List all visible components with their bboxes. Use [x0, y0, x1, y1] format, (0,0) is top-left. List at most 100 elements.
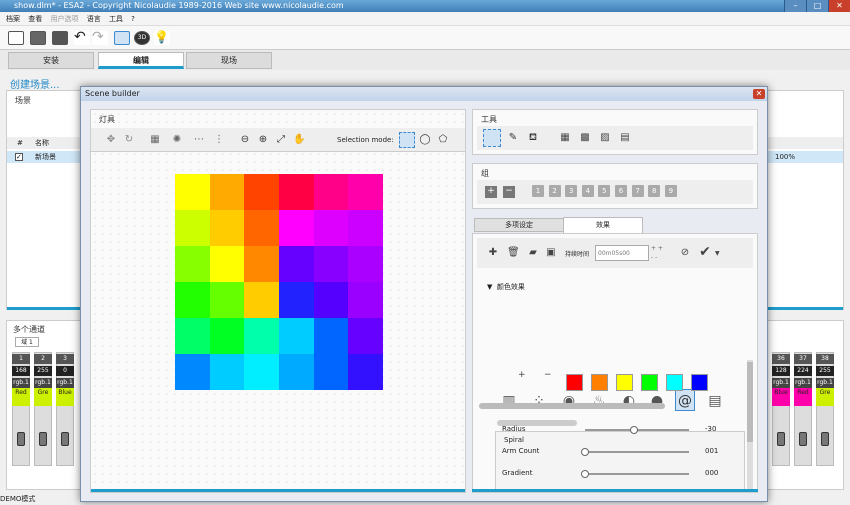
pencil-icon[interactable]: ✎	[507, 132, 519, 144]
fit-view-icon[interactable]: ⤢	[275, 134, 287, 146]
remove-color-button[interactable]: −	[544, 370, 554, 380]
menu-language[interactable]: 语言	[87, 15, 101, 23]
fixture-cell[interactable]	[348, 246, 383, 282]
polygon-select-icon[interactable]: ⬠	[437, 134, 449, 146]
channel-fader[interactable]	[39, 432, 47, 446]
tab-edit[interactable]: 编辑	[98, 52, 184, 69]
menu-tools[interactable]: 工具	[109, 15, 123, 23]
color-effect-header[interactable]: ▼ 颜色效果	[487, 282, 525, 292]
universe-tab[interactable]: 域 1	[15, 337, 39, 347]
color-swatch[interactable]	[691, 374, 708, 391]
rotate-icon[interactable]: ↻	[123, 134, 135, 146]
trash-icon[interactable]: 🗑	[507, 247, 520, 259]
close-button[interactable]: ✕	[828, 0, 850, 12]
add-group-button[interactable]: +	[485, 186, 497, 198]
group-number-button[interactable]: 4	[581, 185, 594, 197]
fixture-cell[interactable]	[175, 318, 210, 354]
fixture-cell[interactable]	[348, 318, 383, 354]
param-slider-knob[interactable]	[581, 448, 589, 456]
3d-view-icon[interactable]: 3D	[134, 31, 150, 45]
group-number-button[interactable]: 9	[664, 185, 677, 197]
rect-select-icon[interactable]	[399, 132, 415, 148]
tab-effects[interactable]: 效果	[563, 217, 643, 233]
line-horizontal-icon[interactable]: ⋯	[193, 134, 205, 146]
remove-group-button[interactable]: −	[503, 186, 515, 198]
group-number-button[interactable]: 2	[548, 185, 561, 197]
new-file-icon[interactable]	[8, 31, 24, 45]
cancel-icon[interactable]: ⊘	[679, 247, 691, 259]
line-vertical-icon[interactable]: ⋮	[213, 134, 225, 146]
fixture-cell[interactable]	[313, 174, 349, 210]
fixture-cell[interactable]	[209, 174, 245, 210]
paint-bucket-icon[interactable]: ⛾	[527, 132, 539, 144]
menu-file[interactable]: 档案	[6, 15, 20, 23]
fixture-cell[interactable]	[175, 354, 210, 390]
minimize-button[interactable]: –	[784, 0, 806, 12]
fixture-cell[interactable]	[279, 174, 314, 210]
open-folder-icon[interactable]	[30, 31, 46, 45]
fixture-cell[interactable]	[313, 246, 349, 282]
lasso-select-icon[interactable]: ◯	[419, 134, 431, 146]
channel-fader[interactable]	[821, 432, 829, 446]
fixture-cell[interactable]	[348, 282, 383, 318]
tab-multi-settings[interactable]: 多项设定	[474, 218, 564, 232]
save-effect-icon[interactable]: ▣	[545, 247, 557, 259]
fixture-cell[interactable]	[244, 210, 279, 246]
fixture-cell[interactable]	[209, 282, 245, 318]
select-tool-icon[interactable]	[483, 129, 501, 147]
menu-help[interactable]: ?	[131, 15, 135, 23]
colors-scrollbar[interactable]	[479, 403, 665, 409]
zoom-in-icon[interactable]: ⊕	[257, 134, 269, 146]
row-checkbox[interactable]: ✓	[15, 153, 23, 161]
fixture-cell[interactable]	[279, 246, 314, 282]
scene-builder-icon[interactable]	[114, 31, 130, 45]
color-swatch[interactable]	[641, 374, 658, 391]
add-effect-icon[interactable]: ✚	[487, 247, 499, 259]
fixture-cell[interactable]	[209, 354, 245, 390]
undo-icon[interactable]: ↶	[74, 30, 90, 45]
redo-icon[interactable]: ↷	[92, 30, 108, 45]
grid-select-icon[interactable]: ▦	[559, 132, 571, 144]
channel-fader[interactable]	[17, 432, 25, 446]
color-swatch[interactable]	[616, 374, 633, 391]
group-number-button[interactable]: 1	[532, 185, 544, 197]
grid-number-icon[interactable]: ▤	[619, 132, 631, 144]
folder-icon[interactable]: ▰	[527, 247, 539, 259]
fixture-cell[interactable]	[279, 282, 314, 318]
fixture-cell[interactable]	[175, 246, 210, 282]
lightbulb-icon[interactable]: 💡	[154, 31, 170, 45]
fixture-cell[interactable]	[244, 282, 279, 318]
fixture-cell[interactable]	[279, 318, 314, 354]
color-swatch[interactable]	[666, 374, 683, 391]
menu-view[interactable]: 查看	[28, 15, 42, 23]
duration-stepper[interactable]: + + - -	[651, 244, 671, 262]
tab-setup[interactable]: 安装	[8, 52, 94, 69]
group-number-button[interactable]: 5	[598, 185, 611, 197]
save-icon[interactable]	[52, 31, 68, 45]
fixture-cell[interactable]	[244, 246, 279, 282]
grid-layout-icon[interactable]: ▦	[149, 134, 161, 146]
scene-builder-close-button[interactable]: ✕	[753, 89, 765, 99]
circle-layout-icon[interactable]: ✺	[171, 134, 183, 146]
grid-odd-icon[interactable]: ▩	[579, 132, 591, 144]
maximize-button[interactable]: □	[806, 0, 828, 12]
add-color-button[interactable]: +	[518, 370, 528, 380]
fixture-cell[interactable]	[244, 318, 279, 354]
duration-input[interactable]: 00m05s00	[595, 245, 649, 261]
fixture-cell[interactable]	[175, 174, 210, 210]
group-number-button[interactable]: 6	[615, 185, 627, 197]
effect-stripes-icon[interactable]: ▤	[705, 390, 725, 412]
group-number-button[interactable]: 3	[565, 185, 578, 197]
menu-user-options[interactable]: 用户选项	[50, 15, 78, 23]
channel-fader[interactable]	[799, 432, 807, 446]
param-slider[interactable]	[585, 473, 689, 475]
fixture-matrix[interactable]	[175, 174, 383, 390]
grid-even-icon[interactable]: ▨	[599, 132, 611, 144]
move-icon[interactable]: ✥	[105, 134, 117, 146]
fixture-cell[interactable]	[209, 318, 245, 354]
check-dropdown-icon[interactable]: ▼	[715, 250, 720, 257]
fixture-cell[interactable]	[175, 210, 210, 246]
channel-fader[interactable]	[61, 432, 69, 446]
fixture-cell[interactable]	[279, 210, 314, 246]
create-scene-link[interactable]: 创建场景...	[10, 76, 60, 91]
